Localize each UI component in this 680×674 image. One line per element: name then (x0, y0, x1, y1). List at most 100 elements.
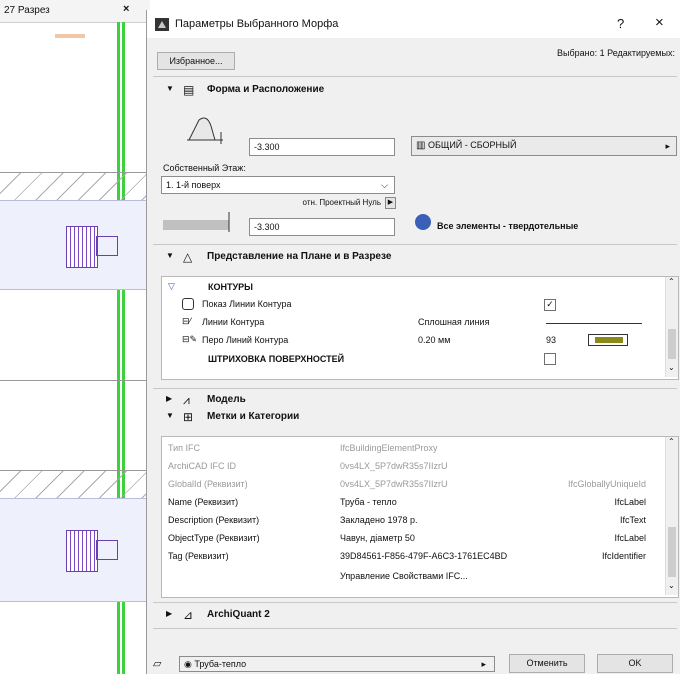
view-tab-title: 27 Разрез (4, 5, 50, 16)
close-button[interactable]: × (655, 14, 664, 31)
reference-arrow-icon[interactable]: ▶ (385, 197, 396, 209)
ifc-row[interactable]: Tag (Реквизит) 39D84561-F856-479F-A6C3-1… (162, 549, 662, 565)
plan-properties-panel: ▽ КОНТУРЫ Показ Линии Контура ✓ ⊟⁄ Линии… (161, 276, 679, 380)
expand-triangle-icon[interactable]: ▶ (166, 609, 172, 618)
separator (153, 628, 677, 629)
layer-select[interactable]: ▥ ОБЩИЙ - СБОРНЫЙ ▸ (411, 136, 677, 156)
ifc-row[interactable]: Description (Реквизит) Закладено 1978 р.… (162, 513, 662, 529)
slab-edge (0, 380, 150, 381)
collapse-triangle-icon[interactable]: ▼ (166, 411, 174, 420)
ifc-name: Description (Реквизит) (168, 515, 260, 525)
slab-hatch-top (0, 172, 150, 202)
ifc-name: Тип IFC (168, 443, 201, 453)
property-row[interactable]: ⊟✎ Перо Линий Контура 0.20 мм 93 (162, 333, 662, 349)
ifc-value: Чавун, діаметр 50 (340, 533, 415, 543)
pipe-stub-top (96, 236, 118, 256)
ifc-row[interactable]: Name (Реквизит) Труба - тепло IfcLabel (162, 495, 662, 511)
row-label: Линии Контура (202, 317, 265, 327)
line-type-icon: ⊟⁄ (182, 316, 192, 326)
ifc-name: ArchiCAD IFC ID (168, 461, 237, 471)
floor-plan-icon: △ (183, 250, 193, 264)
section-model-title: Модель (207, 394, 246, 405)
collapse-triangle-icon[interactable]: ▼ (166, 251, 174, 260)
section-archiquant-header[interactable]: ▶ ⊿ ArchiQuant 2 (147, 605, 680, 625)
ifc-type: IfcLabel (614, 533, 646, 543)
ifc-name: GlobalId (Реквизит) (168, 479, 248, 489)
section-plan-header[interactable]: ▼ △ Представление на Плане и в Разрезе (147, 247, 680, 267)
separator (153, 76, 677, 77)
scroll-thumb[interactable] (668, 329, 676, 359)
manage-ifc-link[interactable]: Управление Свойствами IFC... (340, 569, 468, 587)
morph-settings-dialog: Параметры Выбранного Морфа ? × Избранное… (146, 10, 680, 674)
ifc-row[interactable]: ArchiCAD IFC ID 0vs4LX_5P7dwR35s7IIzrU (162, 459, 662, 475)
radiator-bottom (66, 530, 98, 572)
scroll-up-icon[interactable]: ⌃ (668, 437, 675, 446)
model-icon: ⩘ (183, 393, 190, 407)
ifc-value: Закладено 1978 р. (340, 515, 418, 525)
row-value: Сплошная линия (418, 317, 490, 327)
favorites-button[interactable]: Избранное... (157, 52, 235, 70)
scroll-thumb[interactable] (668, 527, 676, 577)
ifc-properties-panel: Тип IFC IfcBuildingElementProxy ArchiCAD… (161, 436, 679, 598)
selection-info: Выбрано: 1 Редактируемых: (557, 48, 675, 58)
section-tags-header[interactable]: ▼ ⊞ Метки и Категории (147, 407, 680, 427)
property-row[interactable]: ⊟⁄ Линии Контура Сплошная линия (162, 315, 662, 331)
ifc-value: 39D84561-F856-479F-A6C3-1761EC4BD (340, 551, 508, 561)
ifc-value: IfcBuildingElementProxy (340, 443, 438, 453)
chevron-right-icon: ▸ (665, 141, 670, 151)
view-tab[interactable]: 27 Разрез × (0, 0, 150, 23)
show-contour-checkbox[interactable]: ✓ (544, 299, 556, 311)
property-row[interactable]: Показ Линии Контура ✓ (162, 297, 662, 313)
row-label: Показ Линии Контура (202, 299, 292, 309)
expand-triangle-icon[interactable]: ▶ (166, 394, 172, 403)
row-label: Перо Линий Контура (202, 335, 289, 345)
section-archiquant-title: ArchiQuant 2 (207, 609, 270, 620)
ifc-value: Труба - тепло (340, 497, 397, 507)
layer-icon: ▥ (416, 140, 426, 151)
help-button[interactable]: ? (617, 16, 624, 31)
scroll-up-icon[interactable]: ⌃ (668, 277, 675, 286)
ifc-value: 0vs4LX_5P7dwR35s7IIzrU (340, 461, 448, 471)
collapse-triangle-icon[interactable]: ▼ (166, 84, 174, 93)
pen-swatch[interactable] (588, 334, 628, 346)
ok-button[interactable]: OK (597, 654, 673, 673)
solid-elements-icon (415, 214, 431, 230)
cancel-button[interactable]: Отменить (509, 654, 585, 673)
group-title: КОНТУРЫ (208, 282, 253, 292)
layer-value: ОБЩИЙ - СБОРНЫЙ (427, 140, 517, 150)
ifc-row[interactable]: Тип IFC IfcBuildingElementProxy (162, 441, 662, 457)
morph-form-icon: ▤ (183, 83, 195, 97)
ifc-type: IfcText (619, 515, 646, 525)
section-form-header[interactable]: ▼ ▤ Форма и Расположение (147, 80, 680, 100)
surface-hatch-checkbox[interactable] (544, 353, 556, 365)
scroll-down-icon[interactable]: ⌄ (668, 581, 675, 590)
group-title: ШТРИХОВКА ПОВЕРХНОСТЕЙ (208, 354, 345, 364)
home-story-label: Собственный Этаж: (163, 163, 246, 173)
section-form-title: Форма и Расположение (207, 84, 325, 95)
row-value: 0.20 мм (418, 335, 451, 345)
ifc-row[interactable]: GlobalId (Реквизит) 0vs4LX_5P7dwR35s7IIz… (162, 477, 662, 493)
home-story-select[interactable]: 1. 1-й поверх ⌵ (161, 176, 395, 194)
group-header-hatch[interactable]: ШТРИХОВКА ПОВЕРХНОСТЕЙ (162, 351, 662, 367)
solid-elements-label: Все элементы - твердотельные (437, 221, 579, 231)
ifc-type: IfcLabel (614, 497, 646, 507)
line-preview (546, 323, 642, 324)
close-icon[interactable]: × (123, 3, 129, 15)
radiator-top (66, 226, 98, 268)
slab-hatch-bottom (0, 470, 150, 500)
bottom-offset-input[interactable]: -3.300 (249, 218, 395, 236)
favorite-morph-icon: ▱ (153, 658, 162, 670)
ifc-scrollbar[interactable]: ⌃ ⌄ (665, 437, 678, 595)
ifc-row[interactable]: ObjectType (Реквизит) Чавун, діаметр 50 … (162, 531, 662, 547)
group-header-contours[interactable]: ▽ КОНТУРЫ (162, 279, 662, 295)
scroll-down-icon[interactable]: ⌄ (668, 363, 675, 372)
separator (153, 244, 677, 245)
plan-scrollbar[interactable]: ⌃ ⌄ (665, 277, 678, 377)
top-offset-input[interactable]: -3.300 (249, 138, 395, 156)
expand-triangle-icon[interactable]: ▽ (168, 281, 175, 292)
separator (153, 388, 677, 389)
favorite-select[interactable]: ◉ Труба-тепло ▸ (179, 656, 495, 672)
dialog-titlebar: Параметры Выбранного Морфа ? × (147, 10, 680, 38)
chevron-down-icon: ⌵ (381, 180, 388, 190)
home-story-value: 1. 1-й поверх (166, 180, 221, 190)
